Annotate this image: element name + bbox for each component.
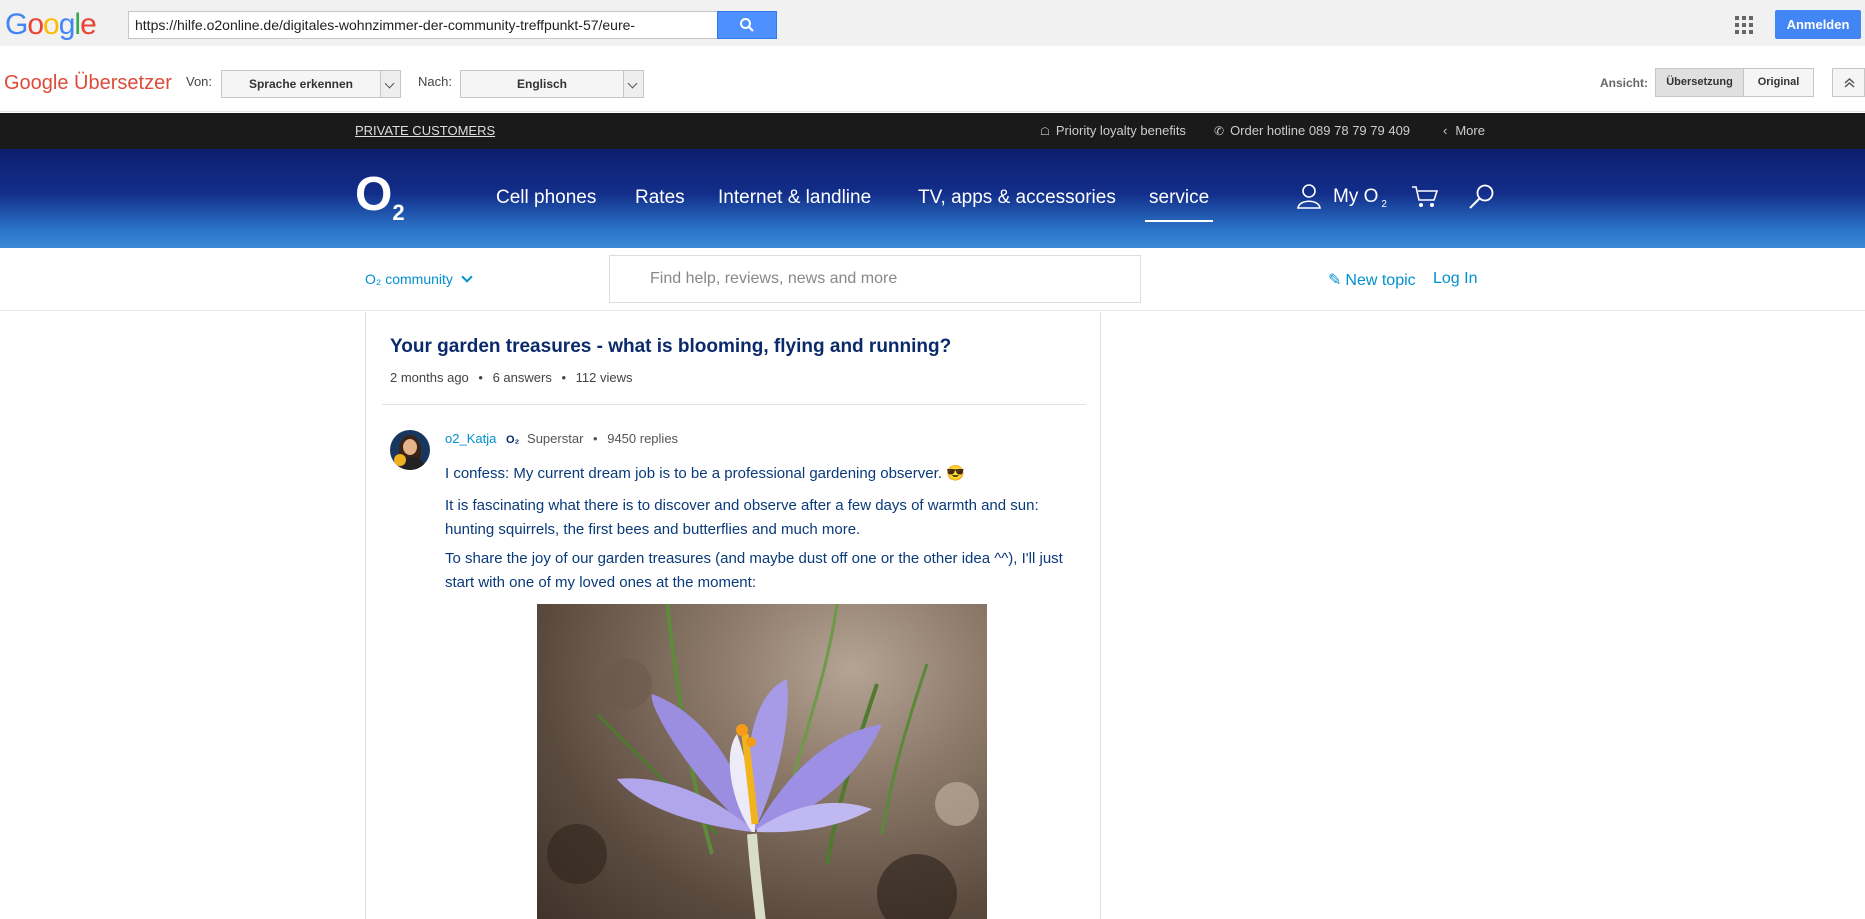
crocus-photo[interactable] xyxy=(537,604,987,919)
avatar[interactable] xyxy=(390,430,430,470)
view-label: Ansicht: xyxy=(1600,76,1648,90)
logo-letter: o xyxy=(43,8,60,41)
user-icon xyxy=(1297,184,1321,209)
view-original-button[interactable]: Original xyxy=(1743,68,1814,97)
search-icon[interactable] xyxy=(1468,182,1496,210)
new-topic-label: New topic xyxy=(1345,272,1416,289)
chevron-up-double-icon xyxy=(1844,77,1855,88)
meta-separator: • xyxy=(561,370,567,385)
divider xyxy=(382,404,1086,405)
logo-letter: o xyxy=(27,8,44,41)
post-card: Your garden treasures - what is blooming… xyxy=(365,312,1101,919)
view-translation-button[interactable]: Übersetzung xyxy=(1655,68,1744,97)
from-language-select[interactable]: Sprache erkennen xyxy=(221,70,401,98)
o2-meta-bar: PRIVATE CUSTOMERS ☖ Priority loyalty bene… xyxy=(0,113,1865,149)
my-o2-label-text: My O xyxy=(1333,186,1379,207)
chevron-down-icon xyxy=(380,71,400,97)
google-logo[interactable]: Google xyxy=(5,8,97,42)
url-input[interactable]: https://hilfe.o2online.de/digitales-wohn… xyxy=(128,11,718,39)
post-title[interactable]: Your garden treasures - what is blooming… xyxy=(390,336,951,358)
search-icon xyxy=(740,18,754,32)
loyalty-link[interactable]: ☖ Priority loyalty benefits xyxy=(1040,123,1186,138)
logo-letter: e xyxy=(80,8,97,41)
rank-badge-icon xyxy=(394,454,406,466)
new-topic-button[interactable]: ✎ New topic xyxy=(1328,270,1416,290)
meta-separator: • xyxy=(478,370,483,385)
from-language-value: Sprache erkennen xyxy=(248,77,354,91)
signin-button[interactable]: Anmelden xyxy=(1775,10,1861,39)
o2-staff-icon: O₂ xyxy=(505,434,520,446)
to-label: Nach: xyxy=(418,74,452,89)
hotline-label: Order hotline 089 78 79 79 409 xyxy=(1230,123,1411,138)
author-replies: 9450 replies xyxy=(607,431,679,446)
chevron-left-icon: ‹ xyxy=(1443,123,1448,138)
nav-service[interactable]: service xyxy=(1144,187,1214,222)
collapse-button[interactable] xyxy=(1832,68,1865,97)
author-rank: Superstar xyxy=(527,431,584,446)
login-link[interactable]: Log In xyxy=(1433,270,1477,288)
chevron-down-icon xyxy=(623,71,643,97)
o2-main-header: O2 Cell phones Rates Internet & landline… xyxy=(0,149,1865,248)
o2-logo-letter: O xyxy=(355,168,393,221)
logo-letter: g xyxy=(58,8,76,41)
private-customers-link[interactable]: PRIVATE CUSTOMERS xyxy=(355,123,495,138)
post-answers: 6 answers xyxy=(492,370,552,385)
post-views: 112 views xyxy=(575,370,633,385)
post-paragraph: I confess: My current dream job is to be… xyxy=(445,465,965,482)
chevron-down-icon xyxy=(461,271,473,283)
translate-go-button[interactable] xyxy=(717,11,777,39)
to-language-value: Englisch xyxy=(516,77,567,91)
cart-icon[interactable] xyxy=(1411,185,1439,209)
more-label: More xyxy=(1455,123,1485,138)
community-search-input[interactable]: Find help, reviews, news and more xyxy=(609,255,1141,303)
post-paragraph: It is fascinating what there is to disco… xyxy=(445,497,1039,538)
google-top-bar: Google https://hilfe.o2online.de/digital… xyxy=(0,0,1865,46)
apps-grid-icon[interactable] xyxy=(1735,16,1753,34)
community-menu-label: O₂ community xyxy=(365,271,453,287)
my-o2-label: My O2 xyxy=(1333,186,1387,210)
nav-internet-landline[interactable]: Internet & landline xyxy=(718,187,871,209)
post-age: 2 months ago xyxy=(390,370,469,385)
more-menu[interactable]: ‹ More xyxy=(1443,123,1485,138)
hotline-link[interactable]: ✆ Order hotline 089 78 79 79 409 xyxy=(1214,123,1410,138)
logo-letter: G xyxy=(5,8,28,41)
nav-rates[interactable]: Rates xyxy=(635,187,685,209)
crocus-flower-image xyxy=(547,604,979,919)
from-label: Von: xyxy=(186,74,213,89)
search-placeholder: Find help, reviews, news and more xyxy=(650,270,898,287)
phone-icon: ✆ xyxy=(1214,124,1225,138)
o2-logo[interactable]: O2 xyxy=(355,167,405,225)
loyalty-icon: ☖ xyxy=(1040,126,1050,138)
nav-tv-apps-accessories[interactable]: TV, apps & accessories xyxy=(918,187,1116,209)
to-language-select[interactable]: Englisch xyxy=(460,70,644,98)
post-meta: 2 months ago • 6 answers • 112 views xyxy=(390,370,633,385)
community-menu[interactable]: O₂ community xyxy=(365,271,473,287)
community-bar: O₂ community Find help, reviews, news an… xyxy=(0,248,1865,311)
o2-logo-sub: 2 xyxy=(392,200,405,225)
my-o2-label-sub: 2 xyxy=(1381,198,1387,210)
pencil-icon: ✎ xyxy=(1328,272,1342,289)
nav-cell-phones[interactable]: Cell phones xyxy=(496,187,596,209)
meta-separator: • xyxy=(593,431,598,446)
post-paragraph: To share the joy of our garden treasures… xyxy=(445,550,1063,591)
loyalty-label: Priority loyalty benefits xyxy=(1055,123,1186,138)
author-line: o2_Katja O₂ Superstar • 9450 replies xyxy=(445,431,678,446)
translator-bar: Google Übersetzer Von: Sprache erkennen … xyxy=(0,46,1865,112)
translator-title[interactable]: Google Übersetzer xyxy=(4,72,172,95)
author-name[interactable]: o2_Katja xyxy=(445,431,496,446)
